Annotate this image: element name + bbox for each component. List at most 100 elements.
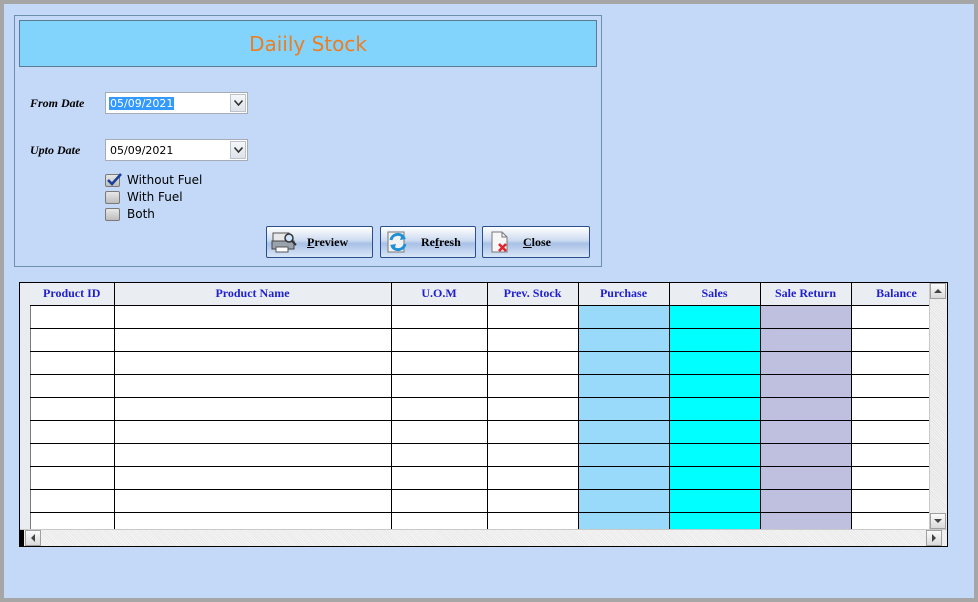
table-row[interactable]: [30, 328, 943, 352]
column-header-sale-return[interactable]: Sale Return: [760, 283, 852, 306]
cell-purchase[interactable]: [578, 305, 670, 329]
cell-product-id[interactable]: [30, 397, 115, 421]
cell-prev-stock[interactable]: [487, 351, 579, 375]
cell-product-name[interactable]: [114, 305, 392, 329]
without-fuel-checkbox[interactable]: [105, 173, 122, 187]
horizontal-scrollbar[interactable]: [20, 529, 947, 546]
cell-sales[interactable]: [669, 420, 761, 444]
cell-sale-return[interactable]: [760, 420, 852, 444]
cell-prev-stock[interactable]: [487, 420, 579, 444]
cell-sale-return[interactable]: [760, 443, 852, 467]
cell-purchase[interactable]: [578, 443, 670, 467]
cell-sale-return[interactable]: [760, 374, 852, 398]
table-row[interactable]: [30, 466, 943, 490]
cell-sales[interactable]: [669, 489, 761, 513]
cell-sales[interactable]: [669, 374, 761, 398]
upto-date-dropdown-button[interactable]: [230, 141, 246, 159]
scroll-down-button[interactable]: [930, 513, 946, 529]
cell-product-id[interactable]: [30, 351, 115, 375]
scroll-left-button[interactable]: [25, 530, 41, 546]
cell-uom[interactable]: [391, 443, 488, 467]
cell-purchase[interactable]: [578, 351, 670, 375]
refresh-button[interactable]: Refresh: [380, 226, 476, 258]
cell-product-name[interactable]: [114, 443, 392, 467]
cell-sales[interactable]: [669, 397, 761, 421]
vertical-scrollbar[interactable]: [929, 283, 947, 529]
cell-product-id[interactable]: [30, 443, 115, 467]
cell-purchase[interactable]: [578, 420, 670, 444]
cell-uom[interactable]: [391, 305, 488, 329]
cell-sale-return[interactable]: [760, 466, 852, 490]
cell-uom[interactable]: [391, 328, 488, 352]
cell-purchase[interactable]: [578, 397, 670, 421]
cell-prev-stock[interactable]: [487, 328, 579, 352]
cell-prev-stock[interactable]: [487, 443, 579, 467]
scroll-up-button[interactable]: [930, 283, 946, 299]
cell-uom[interactable]: [391, 420, 488, 444]
cell-sale-return[interactable]: [760, 328, 852, 352]
cell-product-name[interactable]: [114, 420, 392, 444]
cell-product-name[interactable]: [114, 328, 392, 352]
close-button[interactable]: Close: [482, 226, 590, 258]
column-header-purchase[interactable]: Purchase: [578, 283, 670, 306]
from-date-dropdown-button[interactable]: [230, 94, 246, 112]
table-row[interactable]: [30, 351, 943, 375]
column-header-sales[interactable]: Sales: [669, 283, 761, 306]
cell-prev-stock[interactable]: [487, 466, 579, 490]
cell-product-id[interactable]: [30, 420, 115, 444]
preview-button[interactable]: Preview: [266, 226, 373, 258]
cell-product-name[interactable]: [114, 374, 392, 398]
column-header-uom[interactable]: U.O.M: [391, 283, 488, 306]
cell-sale-return[interactable]: [760, 489, 852, 513]
cell-sales[interactable]: [669, 466, 761, 490]
cell-sale-return[interactable]: [760, 351, 852, 375]
from-date-picker[interactable]: 05/09/2021: [105, 92, 248, 114]
with-fuel-checkbox[interactable]: [105, 191, 120, 204]
both-checkbox[interactable]: [105, 208, 120, 221]
cell-purchase[interactable]: [578, 374, 670, 398]
cell-product-id[interactable]: [30, 466, 115, 490]
cell-purchase[interactable]: [578, 328, 670, 352]
cell-prev-stock[interactable]: [487, 374, 579, 398]
cell-sale-return[interactable]: [760, 397, 852, 421]
upto-date-value[interactable]: 05/09/2021: [109, 144, 174, 157]
upto-date-picker[interactable]: 05/09/2021: [105, 139, 248, 161]
cell-prev-stock[interactable]: [487, 489, 579, 513]
cell-sales[interactable]: [669, 443, 761, 467]
cell-product-name[interactable]: [114, 489, 392, 513]
cell-product-name[interactable]: [114, 466, 392, 490]
cell-prev-stock[interactable]: [487, 397, 579, 421]
cell-uom[interactable]: [391, 351, 488, 375]
table-row[interactable]: [30, 489, 943, 513]
table-row[interactable]: [30, 443, 943, 467]
table-row[interactable]: [30, 305, 943, 329]
title-bar: Daiily Stock: [19, 20, 597, 67]
table-row[interactable]: [30, 397, 943, 421]
cell-product-name[interactable]: [114, 351, 392, 375]
cell-product-id[interactable]: [30, 374, 115, 398]
cell-sale-return[interactable]: [760, 305, 852, 329]
from-date-value[interactable]: 05/09/2021: [109, 97, 175, 110]
cell-sales[interactable]: [669, 328, 761, 352]
cell-uom[interactable]: [391, 466, 488, 490]
column-header-product-id[interactable]: Product ID: [30, 283, 115, 306]
cell-uom[interactable]: [391, 489, 488, 513]
column-header-prev-stock[interactable]: Prev. Stock: [487, 283, 579, 306]
cell-uom[interactable]: [391, 374, 488, 398]
cell-uom[interactable]: [391, 397, 488, 421]
cell-sales[interactable]: [669, 305, 761, 329]
cell-sales[interactable]: [669, 351, 761, 375]
cell-prev-stock[interactable]: [487, 305, 579, 329]
arrow-left-icon: [31, 534, 35, 542]
stock-grid[interactable]: Product ID Product Name U.O.M Prev. Stoc…: [19, 282, 948, 547]
cell-product-id[interactable]: [30, 305, 115, 329]
cell-product-id[interactable]: [30, 489, 115, 513]
table-row[interactable]: [30, 420, 943, 444]
cell-product-id[interactable]: [30, 328, 115, 352]
cell-product-name[interactable]: [114, 397, 392, 421]
column-header-product-name[interactable]: Product Name: [114, 283, 392, 306]
cell-purchase[interactable]: [578, 489, 670, 513]
cell-purchase[interactable]: [578, 466, 670, 490]
scroll-right-button[interactable]: [926, 530, 942, 546]
table-row[interactable]: [30, 374, 943, 398]
